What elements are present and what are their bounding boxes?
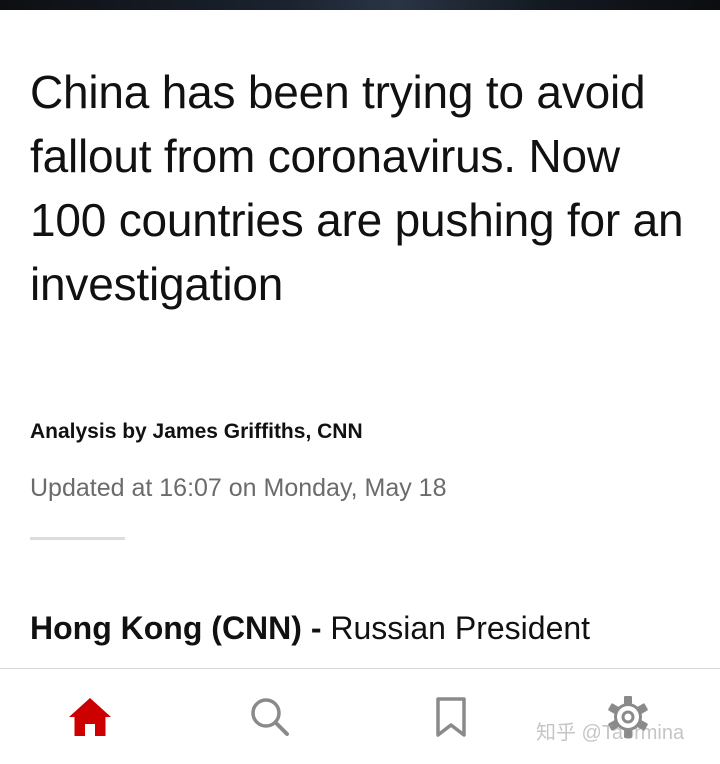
article-dateline: Hong Kong (CNN) - xyxy=(30,610,331,646)
section-divider xyxy=(30,537,125,540)
bottom-navigation-bar xyxy=(0,668,720,764)
article-updated-timestamp: Updated at 16:07 on Monday, May 18 xyxy=(30,474,447,502)
nav-search-button[interactable] xyxy=(242,689,298,745)
nav-bookmarks-button[interactable] xyxy=(423,689,479,745)
home-icon xyxy=(69,698,111,736)
gear-icon xyxy=(608,696,648,738)
nav-settings-button[interactable] xyxy=(600,689,656,745)
article-headline: China has been trying to avoid fallout f… xyxy=(30,66,684,310)
bookmark-icon xyxy=(436,697,466,737)
hero-image-edge xyxy=(0,0,720,10)
article-lead-text: Russian President xyxy=(330,610,591,646)
article-content[interactable]: China has been trying to avoid fallout f… xyxy=(0,10,720,668)
search-icon xyxy=(251,698,289,736)
nav-home-button[interactable] xyxy=(62,689,118,745)
article-lead-paragraph: Hong Kong (CNN) - Russian President xyxy=(30,610,590,647)
article-byline: Analysis by James Griffiths, CNN xyxy=(30,420,363,443)
